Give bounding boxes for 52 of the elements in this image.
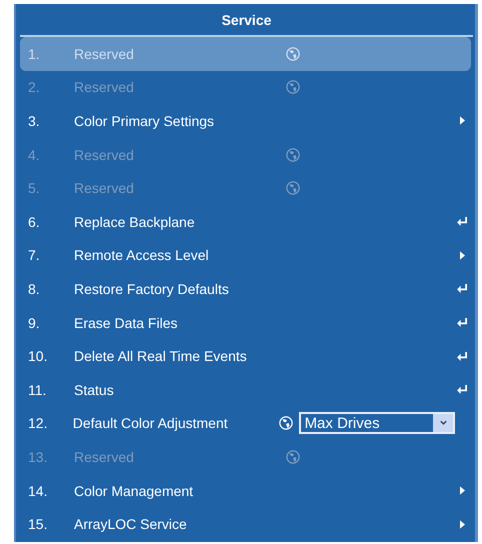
item-label: Replace Backplane bbox=[74, 214, 196, 230]
item-number: 10. bbox=[28, 348, 48, 364]
menu-title: Service bbox=[222, 12, 272, 28]
menu-item[interactable]: 14. Color Management bbox=[20, 474, 471, 508]
item-number: 1. bbox=[28, 46, 41, 62]
enter-icon bbox=[456, 352, 468, 361]
item-number: 9. bbox=[28, 314, 41, 331]
item-label: Color Primary Settings bbox=[74, 112, 216, 129]
menu-item[interactable]: 8. Restore Factory Defaults bbox=[20, 272, 471, 306]
item-label: Default Color Adjustment bbox=[72, 415, 229, 432]
item-number: 6. bbox=[28, 214, 41, 230]
item-label: Restore Factory Defaults bbox=[74, 280, 230, 297]
item-label: Reserved bbox=[74, 448, 135, 465]
submenu-arrow-icon bbox=[460, 116, 464, 126]
menu-item[interactable]: 6. Replace Backplane bbox=[20, 204, 471, 239]
menu-item[interactable]: 10. Delete All Real Time Events bbox=[20, 339, 471, 373]
item-label: Reserved bbox=[74, 79, 135, 96]
menu-item[interactable]: 12. Default Color Adjustment Max Drives bbox=[20, 406, 471, 440]
item-label: ArrayLOC Service bbox=[74, 516, 188, 532]
item-number: 11. bbox=[28, 382, 48, 398]
item-label: Status bbox=[74, 382, 115, 398]
item-label: Reserved bbox=[74, 46, 135, 62]
submenu-arrow-icon bbox=[460, 486, 464, 496]
menu-item[interactable]: 3. Color Primary Settings bbox=[20, 104, 471, 138]
item-number: 3. bbox=[28, 112, 41, 129]
item-number: 8. bbox=[28, 280, 41, 297]
item-label: Reserved bbox=[74, 146, 135, 163]
item-label: Erase Data Files bbox=[74, 314, 178, 331]
enter-icon bbox=[456, 318, 468, 328]
item-label: Delete All Real Time Events bbox=[74, 348, 248, 364]
menu-item[interactable]: 11. Status bbox=[20, 372, 471, 407]
item-number: 4. bbox=[28, 146, 41, 163]
item-label: Color Management bbox=[74, 482, 194, 499]
enter-icon bbox=[456, 284, 468, 294]
chevron-down-icon bbox=[438, 420, 448, 426]
item-number: 7. bbox=[28, 247, 41, 264]
menu-item[interactable]: 15. ArrayLOC Service bbox=[20, 507, 471, 541]
item-number: 14. bbox=[28, 482, 48, 499]
dropdown-field[interactable]: Max Drives bbox=[298, 412, 456, 434]
item-number: 2. bbox=[28, 79, 41, 96]
item-number: 5. bbox=[28, 180, 41, 196]
menu-item[interactable]: 7. Remote Access Level bbox=[20, 238, 471, 272]
enter-icon bbox=[456, 385, 468, 394]
item-number: 15. bbox=[28, 516, 48, 532]
item-label: Reserved bbox=[74, 180, 135, 196]
menu-item[interactable]: 9. Erase Data Files bbox=[20, 306, 471, 340]
submenu-arrow-icon bbox=[460, 250, 464, 260]
enter-icon bbox=[456, 217, 468, 226]
item-number: 12. bbox=[28, 415, 48, 432]
item-number: 13. bbox=[28, 448, 48, 465]
submenu-arrow-icon bbox=[460, 520, 464, 529]
item-label: Remote Access Level bbox=[74, 247, 210, 264]
